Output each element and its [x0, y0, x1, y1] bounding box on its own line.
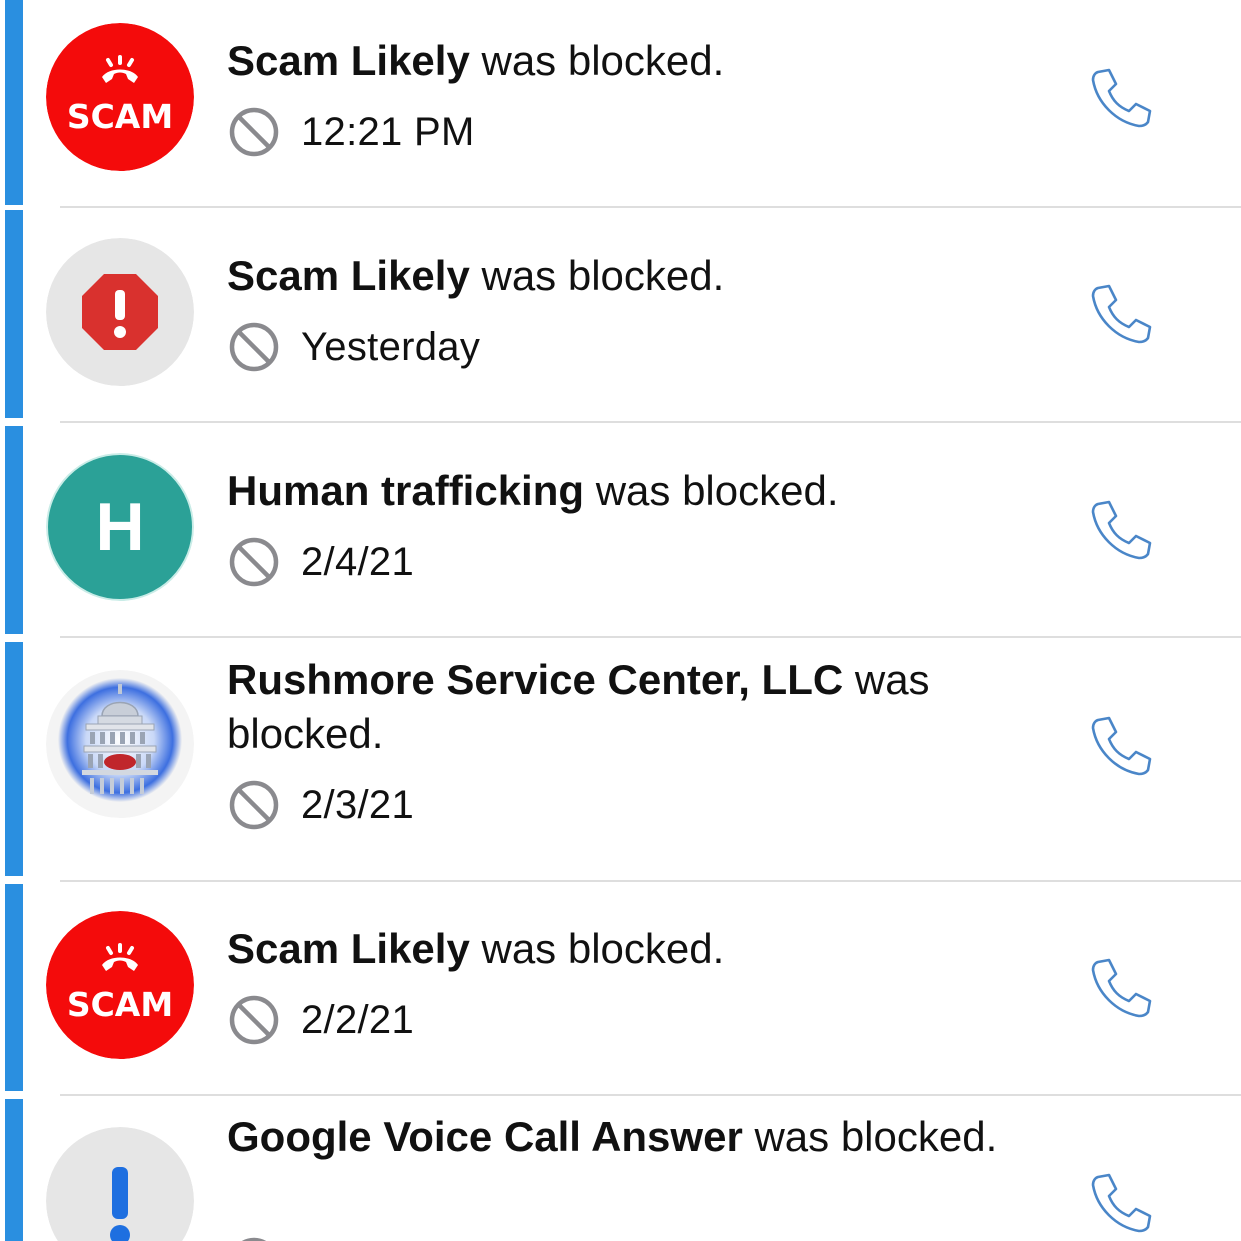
svg-text:SCAM: SCAM — [67, 985, 173, 1024]
letter-avatar: H — [46, 453, 194, 601]
call-meta: 2/2/21 — [229, 994, 414, 1046]
caller-name: Google Voice Call Answer — [227, 1113, 743, 1160]
capitol-avatar — [46, 670, 194, 818]
row-divider — [60, 636, 1241, 638]
blocked-suffix: was blocked. — [469, 252, 725, 299]
call-meta: 2/4/21 — [229, 536, 414, 588]
blocked-icon — [229, 995, 279, 1045]
call-title: Human trafficking was blocked. — [227, 464, 1027, 518]
blocked-icon — [229, 537, 279, 587]
call-back-button[interactable] — [1088, 954, 1154, 1020]
call-back-button[interactable] — [1088, 496, 1154, 562]
call-log-row[interactable]: H Human trafficking was blocked. 2/4/21 — [0, 426, 1241, 634]
call-title: Scam Likely was blocked. — [227, 34, 1027, 88]
call-log-row[interactable]: Scam Likely was blocked. Yesterday — [0, 210, 1241, 418]
caller-name: Human trafficking — [227, 467, 585, 514]
row-divider — [60, 206, 1241, 208]
blocked-suffix: was blocked. — [742, 1113, 998, 1160]
call-back-button[interactable] — [1088, 1169, 1154, 1235]
row-accent-bar — [5, 642, 23, 876]
row-accent-bar — [5, 426, 23, 634]
phone-icon — [1088, 1169, 1154, 1235]
scam-badge-icon: SCAM — [46, 23, 194, 171]
call-title: Scam Likely was blocked. — [227, 922, 1027, 976]
avatar-letter: H — [46, 453, 194, 601]
call-back-button[interactable] — [1088, 712, 1154, 778]
call-time: 12:21 PM — [301, 109, 475, 154]
call-meta: 12:21 PM — [229, 106, 475, 158]
svg-text:SCAM: SCAM — [67, 97, 173, 136]
call-meta: 2/3/21 — [229, 779, 414, 831]
blocked-suffix: was blocked. — [469, 37, 725, 84]
scam-avatar: SCAM — [46, 911, 194, 1059]
call-time: 2/3/21 — [301, 782, 415, 827]
warning-octagon-icon — [46, 238, 194, 386]
exclamation-icon — [46, 1127, 194, 1241]
call-back-button[interactable] — [1088, 280, 1154, 346]
caller-name: Rushmore Service Center, LLC — [227, 656, 844, 703]
caller-name: Scam Likely — [227, 37, 470, 84]
call-meta — [229, 1236, 301, 1241]
row-accent-bar — [5, 0, 23, 205]
caller-name: Scam Likely — [227, 252, 470, 299]
warning-avatar — [46, 238, 194, 386]
phone-icon — [1088, 280, 1154, 346]
phone-icon — [1088, 712, 1154, 778]
call-title: Rushmore Service Center, LLC was blocked… — [227, 653, 1027, 761]
exclamation-avatar — [46, 1127, 194, 1241]
call-log-row[interactable]: Google Voice Call Answer was blocked. — [0, 1099, 1241, 1241]
call-title: Scam Likely was blocked. — [227, 249, 1027, 303]
scam-avatar: SCAM — [46, 23, 194, 171]
blocked-icon — [229, 322, 279, 372]
call-time: Yesterday — [301, 324, 481, 369]
call-time: 2/2/21 — [301, 997, 415, 1042]
phone-icon — [1088, 64, 1154, 130]
row-divider — [60, 1094, 1241, 1096]
call-log-row[interactable]: SCAM Scam Likely was blocked. 12:21 PM — [0, 0, 1241, 205]
call-meta: Yesterday — [229, 321, 480, 373]
row-divider — [60, 421, 1241, 423]
caller-name: Scam Likely — [227, 925, 470, 972]
phone-icon — [1088, 496, 1154, 562]
row-divider — [60, 880, 1241, 882]
call-title: Google Voice Call Answer was blocked. — [227, 1110, 1027, 1164]
call-back-button[interactable] — [1088, 64, 1154, 130]
blocked-icon — [229, 107, 279, 157]
blocked-icon — [229, 780, 279, 830]
call-log-row[interactable]: SCAM Scam Likely was blocked. 2/2/21 — [0, 884, 1241, 1091]
blocked-suffix: was blocked. — [469, 925, 725, 972]
row-accent-bar — [5, 1099, 23, 1241]
call-log-row[interactable]: Rushmore Service Center, LLC was blocked… — [0, 642, 1241, 876]
phone-icon — [1088, 954, 1154, 1020]
row-accent-bar — [5, 884, 23, 1091]
row-accent-bar — [5, 210, 23, 418]
capitol-building-icon — [46, 670, 194, 818]
scam-badge-icon: SCAM — [46, 911, 194, 1059]
call-time: 2/4/21 — [301, 539, 415, 584]
blocked-suffix: was blocked. — [584, 467, 839, 514]
blocked-icon — [229, 1237, 279, 1241]
